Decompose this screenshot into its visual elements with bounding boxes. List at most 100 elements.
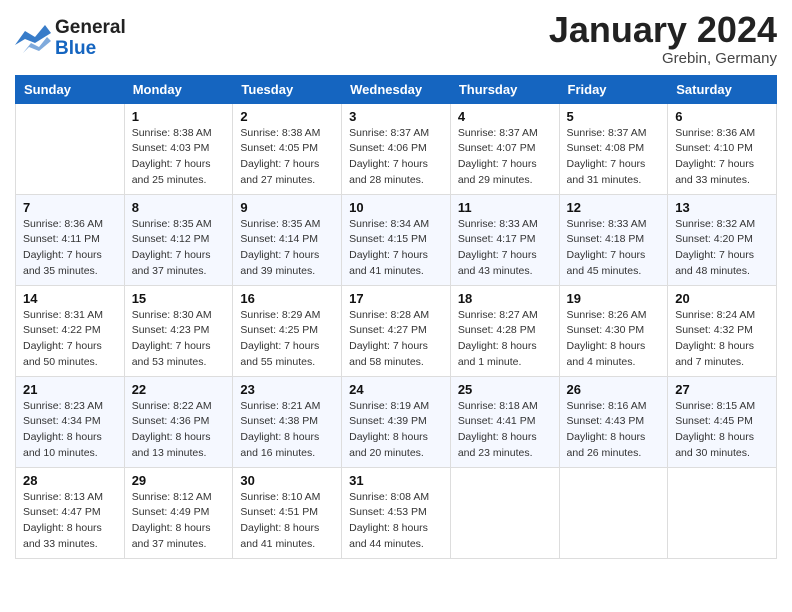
day-info: Sunrise: 8:15 AMSunset: 4:45 PMDaylight:… — [675, 399, 769, 462]
page-header: General Blue January 2024 Grebin, German… — [15, 10, 777, 67]
calendar-header-friday: Friday — [559, 75, 668, 103]
day-number: 7 — [23, 200, 117, 215]
logo-icon — [15, 25, 51, 53]
logo: General Blue — [15, 18, 126, 60]
day-info: Sunrise: 8:32 AMSunset: 4:20 PMDaylight:… — [675, 217, 769, 280]
calendar-cell: 12 Sunrise: 8:33 AMSunset: 4:18 PMDayligh… — [559, 194, 668, 285]
title-area: January 2024 Grebin, Germany — [549, 10, 777, 67]
day-number: 5 — [567, 109, 661, 124]
calendar-cell: 9Sunrise: 8:35 AMSunset: 4:14 PMDaylight… — [233, 194, 342, 285]
day-info: Sunrise: 8:37 AMSunset: 4:07 PMDaylight:… — [458, 126, 552, 189]
day-info: Sunrise: 8:24 AMSunset: 4:32 PMDaylight:… — [675, 308, 769, 371]
calendar-table: SundayMondayTuesdayWednesdayThursdayFrid… — [15, 75, 777, 559]
calendar-cell: 1Sunrise: 8:38 AMSunset: 4:03 PMDaylight… — [124, 103, 233, 194]
calendar-cell — [16, 103, 125, 194]
day-info: Sunrise: 8:36 AMSunset: 4:10 PMDaylight:… — [675, 126, 769, 189]
calendar-cell: 7 Sunrise: 8:36 AMSunset: 4:11 PMDaylight… — [16, 194, 125, 285]
calendar-week-3: 21Sunrise: 8:23 AMSunset: 4:34 PMDayligh… — [16, 376, 777, 467]
calendar-cell: 8Sunrise: 8:35 AMSunset: 4:12 PMDaylight… — [124, 194, 233, 285]
day-info: Sunrise: 8:35 AMSunset: 4:12 PMDaylight:… — [132, 217, 226, 280]
day-number: 19 — [567, 291, 661, 306]
day-number: 12 — [567, 200, 661, 215]
day-info: Sunrise: 8:27 AMSunset: 4:28 PMDaylight:… — [458, 308, 552, 371]
day-info: Sunrise: 8:33 AMSunset: 4:17 PMDaylight:… — [458, 217, 552, 280]
calendar-cell: 24 Sunrise: 8:19 AMSunset: 4:39 PMDayligh… — [342, 376, 451, 467]
day-info: Sunrise: 8:37 AMSunset: 4:06 PMDaylight:… — [349, 126, 443, 189]
logo-general-text: General — [55, 18, 126, 39]
calendar-cell: 3 Sunrise: 8:37 AMSunset: 4:06 PMDaylight… — [342, 103, 451, 194]
day-number: 13 — [675, 200, 769, 215]
day-info: Sunrise: 8:29 AMSunset: 4:25 PMDaylight:… — [240, 308, 334, 371]
day-info: Sunrise: 8:10 AMSunset: 4:51 PMDaylight:… — [240, 490, 334, 553]
calendar-cell — [450, 467, 559, 558]
calendar-cell — [559, 467, 668, 558]
location: Grebin, Germany — [549, 50, 777, 67]
day-info: Sunrise: 8:38 AMSunset: 4:05 PMDaylight:… — [240, 126, 334, 189]
calendar-cell: 25 Sunrise: 8:18 AMSunset: 4:41 PMDayligh… — [450, 376, 559, 467]
day-number: 27 — [675, 382, 769, 397]
calendar-week-4: 28 Sunrise: 8:13 AMSunset: 4:47 PMDayligh… — [16, 467, 777, 558]
calendar-cell: 20 Sunrise: 8:24 AMSunset: 4:32 PMDayligh… — [668, 285, 777, 376]
calendar-cell: 22Sunrise: 8:22 AMSunset: 4:36 PMDayligh… — [124, 376, 233, 467]
calendar-header-wednesday: Wednesday — [342, 75, 451, 103]
calendar-week-0: 1Sunrise: 8:38 AMSunset: 4:03 PMDaylight… — [16, 103, 777, 194]
day-info: Sunrise: 8:34 AMSunset: 4:15 PMDaylight:… — [349, 217, 443, 280]
calendar-cell — [668, 467, 777, 558]
day-number: 29 — [132, 473, 226, 488]
day-info: Sunrise: 8:08 AMSunset: 4:53 PMDaylight:… — [349, 490, 443, 553]
calendar-cell: 31 Sunrise: 8:08 AMSunset: 4:53 PMDayligh… — [342, 467, 451, 558]
calendar-week-2: 14Sunrise: 8:31 AMSunset: 4:22 PMDayligh… — [16, 285, 777, 376]
day-number: 23 — [240, 382, 334, 397]
month-title: January 2024 — [549, 10, 777, 50]
calendar-cell: 19 Sunrise: 8:26 AMSunset: 4:30 PMDayligh… — [559, 285, 668, 376]
calendar-cell: 26 Sunrise: 8:16 AMSunset: 4:43 PMDayligh… — [559, 376, 668, 467]
calendar-cell: 15 Sunrise: 8:30 AMSunset: 4:23 PMDayligh… — [124, 285, 233, 376]
day-number: 24 — [349, 382, 443, 397]
calendar-header-sunday: Sunday — [16, 75, 125, 103]
day-number: 3 — [349, 109, 443, 124]
day-number: 2 — [240, 109, 334, 124]
calendar-cell: 28 Sunrise: 8:13 AMSunset: 4:47 PMDayligh… — [16, 467, 125, 558]
day-number: 22 — [132, 382, 226, 397]
day-number: 17 — [349, 291, 443, 306]
day-info: Sunrise: 8:33 AMSunset: 4:18 PMDaylight:… — [567, 217, 661, 280]
calendar-header-monday: Monday — [124, 75, 233, 103]
day-number: 31 — [349, 473, 443, 488]
calendar-cell: 18 Sunrise: 8:27 AMSunset: 4:28 PMDayligh… — [450, 285, 559, 376]
day-info: Sunrise: 8:19 AMSunset: 4:39 PMDaylight:… — [349, 399, 443, 462]
day-info: Sunrise: 8:18 AMSunset: 4:41 PMDaylight:… — [458, 399, 552, 462]
day-info: Sunrise: 8:37 AMSunset: 4:08 PMDaylight:… — [567, 126, 661, 189]
calendar-cell: 13 Sunrise: 8:32 AMSunset: 4:20 PMDayligh… — [668, 194, 777, 285]
calendar-cell: 17 Sunrise: 8:28 AMSunset: 4:27 PMDayligh… — [342, 285, 451, 376]
day-info: Sunrise: 8:28 AMSunset: 4:27 PMDaylight:… — [349, 308, 443, 371]
day-number: 6 — [675, 109, 769, 124]
day-number: 11 — [458, 200, 552, 215]
calendar-header-tuesday: Tuesday — [233, 75, 342, 103]
calendar-cell: 21Sunrise: 8:23 AMSunset: 4:34 PMDayligh… — [16, 376, 125, 467]
day-info: Sunrise: 8:31 AMSunset: 4:22 PMDaylight:… — [23, 308, 117, 371]
day-info: Sunrise: 8:13 AMSunset: 4:47 PMDaylight:… — [23, 490, 117, 553]
day-info: Sunrise: 8:36 AMSunset: 4:11 PMDaylight:… — [23, 217, 117, 280]
calendar-cell: 30Sunrise: 8:10 AMSunset: 4:51 PMDayligh… — [233, 467, 342, 558]
day-info: Sunrise: 8:26 AMSunset: 4:30 PMDaylight:… — [567, 308, 661, 371]
day-number: 26 — [567, 382, 661, 397]
day-number: 18 — [458, 291, 552, 306]
day-number: 15 — [132, 291, 226, 306]
day-number: 25 — [458, 382, 552, 397]
day-number: 16 — [240, 291, 334, 306]
day-info: Sunrise: 8:23 AMSunset: 4:34 PMDaylight:… — [23, 399, 117, 462]
calendar-cell: 16 Sunrise: 8:29 AMSunset: 4:25 PMDayligh… — [233, 285, 342, 376]
calendar-cell: 14Sunrise: 8:31 AMSunset: 4:22 PMDayligh… — [16, 285, 125, 376]
day-info: Sunrise: 8:16 AMSunset: 4:43 PMDaylight:… — [567, 399, 661, 462]
day-info: Sunrise: 8:12 AMSunset: 4:49 PMDaylight:… — [132, 490, 226, 553]
calendar-header-thursday: Thursday — [450, 75, 559, 103]
calendar-cell: 11 Sunrise: 8:33 AMSunset: 4:17 PMDayligh… — [450, 194, 559, 285]
calendar-cell: 6 Sunrise: 8:36 AMSunset: 4:10 PMDaylight… — [668, 103, 777, 194]
calendar-body: 1Sunrise: 8:38 AMSunset: 4:03 PMDaylight… — [16, 103, 777, 558]
day-info: Sunrise: 8:30 AMSunset: 4:23 PMDaylight:… — [132, 308, 226, 371]
calendar-cell: 2 Sunrise: 8:38 AMSunset: 4:05 PMDaylight… — [233, 103, 342, 194]
day-number: 20 — [675, 291, 769, 306]
day-info: Sunrise: 8:21 AMSunset: 4:38 PMDaylight:… — [240, 399, 334, 462]
calendar-week-1: 7 Sunrise: 8:36 AMSunset: 4:11 PMDaylight… — [16, 194, 777, 285]
day-number: 28 — [23, 473, 117, 488]
